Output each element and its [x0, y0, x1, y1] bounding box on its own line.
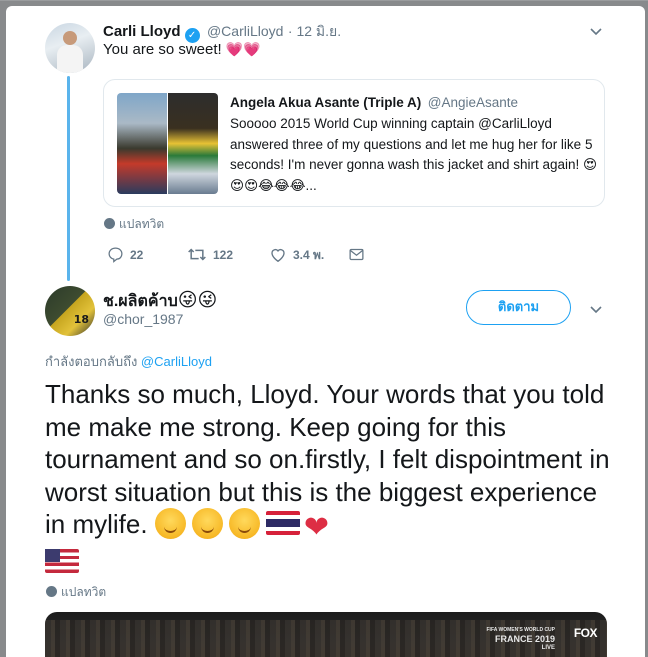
- quoted-tweet-text: Sooooo 2015 World Cup winning captain @C…: [230, 116, 598, 193]
- timeline-card: Carli Lloyd ✓ @CarliLloyd · 12 มิ.ย. You …: [6, 6, 645, 657]
- tweet1-translate-link[interactable]: แปลทวิต: [104, 215, 164, 234]
- tweet1-handle[interactable]: @CarliLloyd: [207, 23, 283, 39]
- share-mail-button[interactable]: [348, 246, 371, 263]
- us-flag-emoji: [45, 548, 79, 573]
- retweet-icon: [188, 248, 206, 261]
- smiling-face-emoji: [228, 508, 260, 539]
- retweet-button[interactable]: 122: [187, 246, 233, 263]
- chevron-down-icon[interactable]: [588, 23, 604, 39]
- tweet2-translate-label: แปลทวิต: [61, 585, 107, 599]
- quoted-tweet[interactable]: Angela Akua Asante (Triple A) @AngieAsan…: [103, 79, 605, 207]
- live-label: LIVE: [541, 645, 555, 651]
- tweet1-translate-label: แปลทวิต: [119, 217, 165, 231]
- thread-connector-line: [67, 76, 70, 281]
- like-count: 3.4 พ.: [293, 248, 325, 262]
- replying-to-line: กำลังตอบกลับถึง @CarliLloyd: [45, 351, 212, 372]
- tweet1-action-bar: 22 122 3.4 พ.: [107, 246, 407, 266]
- reply-button[interactable]: 22: [107, 246, 143, 263]
- tweet1-author-name[interactable]: Carli Lloyd: [103, 23, 181, 40]
- tweet2-text: Thanks so much, Lloyd. Your words that y…: [45, 378, 615, 577]
- like-button[interactable]: 3.4 พ.: [269, 246, 324, 265]
- red-heart-emoji: ❤: [303, 511, 329, 544]
- tweet1-header: Carli Lloyd ✓ @CarliLloyd · 12 มิ.ย.: [103, 21, 341, 43]
- carli-lloyd-avatar[interactable]: [45, 23, 95, 73]
- globe-icon: [46, 586, 57, 597]
- thailand-flag-emoji: [265, 511, 300, 535]
- video-event-label: FIFA WOMEN'S WORLD CUP FRANCE 2019 LIVE: [487, 626, 556, 653]
- tweet2-translate-link[interactable]: แปลทวิต: [46, 583, 106, 602]
- quoted-tweet-header: Angela Akua Asante (Triple A) @AngieAsan…: [230, 94, 518, 112]
- smiling-face-emoji: [154, 508, 186, 539]
- tweet1-text: You are so sweet! 💗💗: [103, 41, 261, 58]
- chevron-down-icon[interactable]: [588, 301, 604, 317]
- replying-to-handle[interactable]: @CarliLloyd: [141, 354, 212, 369]
- tweet2-video-player[interactable]: FIFA WOMEN'S WORLD CUP FRANCE 2019 LIVE …: [45, 612, 607, 657]
- heart-emoji: 💗💗: [225, 41, 261, 57]
- share-mail-icon: [349, 248, 364, 261]
- tweet2-handle[interactable]: @chor_1987: [103, 311, 183, 327]
- smiling-face-emoji: [191, 508, 223, 539]
- chor-avatar[interactable]: 18: [45, 286, 95, 336]
- retweet-count: 122: [213, 248, 234, 262]
- quoted-handle: @AngieAsante: [427, 95, 519, 110]
- fox-network-logo: FOX: [573, 626, 598, 640]
- tweet2-author-name[interactable]: ช.ผลิตค้าบ: [103, 293, 178, 310]
- event-label-line2: FRANCE 2019: [494, 634, 555, 644]
- quoted-tweet-photo-2: [168, 93, 218, 194]
- quoted-author-name: Angela Akua Asante (Triple A): [230, 95, 422, 110]
- tweet2-author-emoji: 😜😜: [177, 290, 218, 311]
- tweet1-date[interactable]: · 12 มิ.ย.: [288, 23, 341, 39]
- tweet1-text-body: You are so sweet!: [103, 41, 222, 58]
- like-icon: [271, 248, 285, 263]
- reply-icon: [108, 247, 123, 263]
- globe-icon: [104, 218, 115, 229]
- quoted-tweet-photo-1: [117, 93, 167, 194]
- reply-count: 22: [130, 248, 144, 262]
- follow-button[interactable]: ติดตาม: [466, 290, 571, 325]
- replying-to-prefix: กำลังตอบกลับถึง: [45, 354, 138, 369]
- avatar-jersey-number: 18: [73, 313, 89, 326]
